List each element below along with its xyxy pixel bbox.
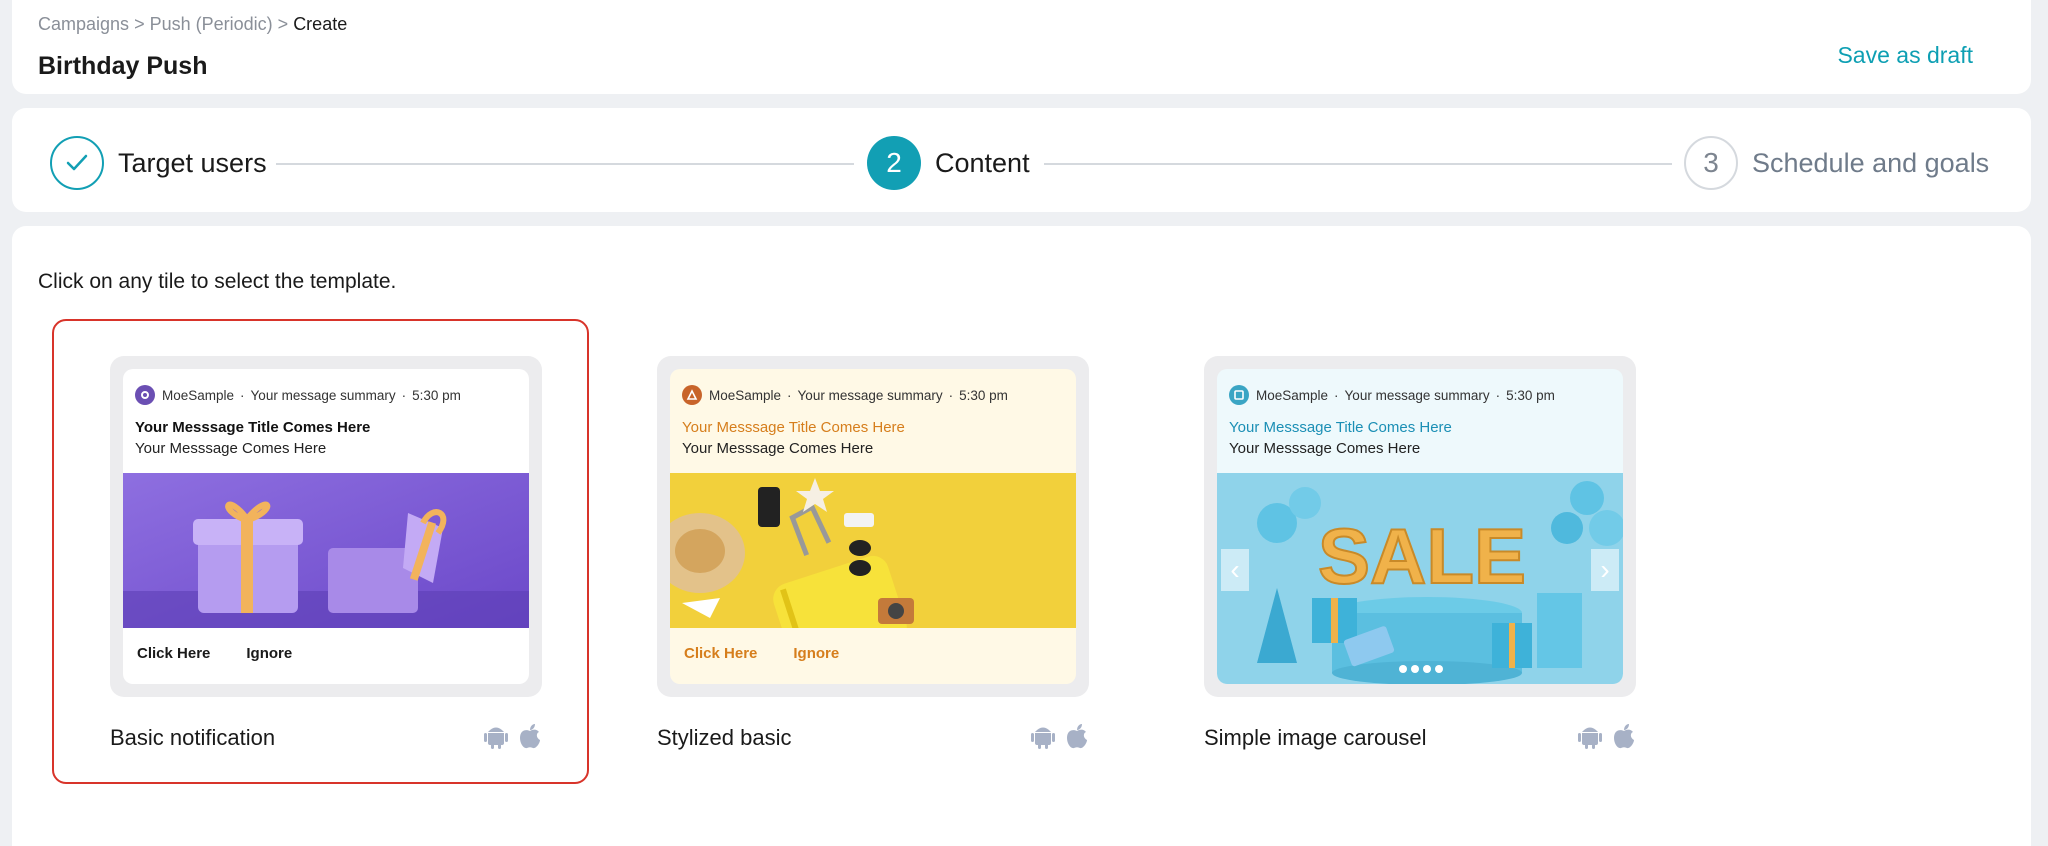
notification-preview: MoeSample · Your message summary · 5:30 … (670, 369, 1076, 684)
app-name: MoeSample (709, 387, 782, 403)
app-icon (682, 385, 702, 405)
separator-dot: · (787, 387, 792, 403)
notification-body: Your Messsage Comes Here (682, 440, 874, 457)
app-icon (1229, 385, 1249, 405)
template-tile-simple-image-carousel[interactable]: MoeSample · Your message summary · 5:30 … (1204, 356, 1636, 757)
template-preview[interactable]: MoeSample · Your message summary · 5:30 … (657, 356, 1089, 697)
carousel-dot (1435, 665, 1443, 673)
notification-preview: MoeSample · Your message summary · 5:30 … (123, 369, 529, 684)
notification-title: Your Messsage Title Comes Here (135, 419, 371, 436)
template-name: Simple image carousel (1204, 725, 1427, 750)
separator-dot: · (240, 387, 245, 403)
tile-footer: Stylized basic (657, 697, 1089, 757)
template-name: Basic notification (110, 725, 276, 750)
step-label: Content (935, 147, 1030, 178)
step-label: Schedule and goals (1752, 147, 1990, 178)
message-time: 5:30 pm (412, 387, 461, 403)
notification-header: MoeSample · Your message summary · 5:30 … (682, 385, 1008, 405)
message-time: 5:30 pm (1506, 387, 1555, 403)
template-preview[interactable]: MoeSample · Your message summary · 5:30 … (110, 356, 542, 697)
separator-dot: · (1495, 387, 1501, 403)
template-selection-panel: Click on any tile to select the template… (12, 226, 2031, 846)
step-connector (276, 163, 854, 165)
step-number: 2 (867, 136, 921, 190)
breadcrumb-separator: > (134, 14, 145, 34)
notification-body: Your Messsage Comes Here (1229, 440, 1421, 457)
breadcrumb-separator: > (277, 14, 289, 34)
step-schedule-and-goals[interactable]: 3 Schedule and goals (1684, 136, 1989, 190)
ignore-action: Ignore (246, 645, 293, 662)
platform-icons (484, 723, 542, 754)
platform-icons (1031, 723, 1089, 754)
sale-text: SALE (1318, 512, 1526, 600)
breadcrumb-push-periodic[interactable]: Push (Periodic) (150, 14, 273, 34)
gift-boxes-image (123, 473, 529, 628)
click-here-action: Click Here (684, 645, 758, 662)
check-icon (50, 136, 104, 190)
notification-header: MoeSample · Your message summary · 5:30 … (1229, 385, 1555, 405)
step-target-users[interactable]: Target users (50, 136, 267, 190)
carousel-next-arrow: › (1591, 549, 1619, 591)
carousel-dot (1411, 665, 1419, 673)
message-summary: Your message summary (1344, 387, 1490, 403)
separator-dot: · (1334, 387, 1339, 403)
step-label: Target users (118, 147, 267, 178)
notification-actions: Click Here Ignore (684, 645, 839, 662)
android-icon (484, 723, 508, 754)
step-number: 3 (1684, 136, 1738, 190)
carousel-dots (1399, 665, 1443, 673)
page-title: Birthday Push (38, 52, 208, 80)
notification-title: Your Messsage Title Comes Here (682, 419, 905, 436)
page-header: Campaigns > Push (Periodic) > Create Bir… (12, 0, 2031, 94)
tile-footer: Basic notification (110, 697, 542, 757)
breadcrumb-campaigns[interactable]: Campaigns (38, 14, 129, 34)
instructions-text: Click on any tile to select the template… (38, 270, 397, 293)
apple-icon (518, 723, 542, 754)
notification-actions: Click Here Ignore (137, 645, 292, 662)
apple-icon (1065, 723, 1089, 754)
step-connector (1044, 163, 1672, 165)
click-here-action: Click Here (137, 645, 211, 662)
carousel-dot (1423, 665, 1431, 673)
separator-dot: · (401, 387, 407, 403)
android-icon (1578, 723, 1602, 754)
template-tile-basic-notification[interactable]: MoeSample · Your message summary · 5:30 … (110, 356, 542, 757)
app-name: MoeSample (162, 387, 235, 403)
apple-icon (1612, 723, 1636, 754)
separator-dot: · (948, 387, 954, 403)
template-tile-stylized-basic[interactable]: MoeSample · Your message summary · 5:30 … (657, 356, 1089, 757)
carousel-dot (1399, 665, 1407, 673)
android-icon (1031, 723, 1055, 754)
carousel-prev-arrow: ‹ (1221, 549, 1249, 591)
notification-header: MoeSample · Your message summary · 5:30 … (135, 385, 461, 405)
step-content[interactable]: 2 Content (867, 136, 1030, 190)
message-summary: Your message summary (250, 387, 396, 403)
message-time: 5:30 pm (959, 387, 1008, 403)
platform-icons (1578, 723, 1636, 754)
tile-footer: Simple image carousel (1204, 697, 1636, 757)
sale-carousel-image: SALE ‹ › (1217, 473, 1623, 684)
travel-suitcase-image (670, 473, 1076, 628)
breadcrumb: Campaigns > Push (Periodic) > Create (38, 14, 347, 35)
template-name: Stylized basic (657, 725, 792, 750)
app-name: MoeSample (1256, 387, 1329, 403)
save-as-draft-button[interactable]: Save as draft (1837, 42, 1973, 69)
stepper: Target users 2 Content 3 Schedule and go… (12, 108, 2031, 212)
template-preview[interactable]: MoeSample · Your message summary · 5:30 … (1204, 356, 1636, 697)
notification-title: Your Messsage Title Comes Here (1229, 419, 1452, 436)
message-summary: Your message summary (797, 387, 943, 403)
ignore-action: Ignore (793, 645, 840, 662)
breadcrumb-current: Create (293, 14, 348, 34)
app-icon (135, 385, 155, 405)
notification-preview: MoeSample · Your message summary · 5:30 … (1217, 369, 1623, 684)
notification-body: Your Messsage Comes Here (135, 440, 327, 457)
